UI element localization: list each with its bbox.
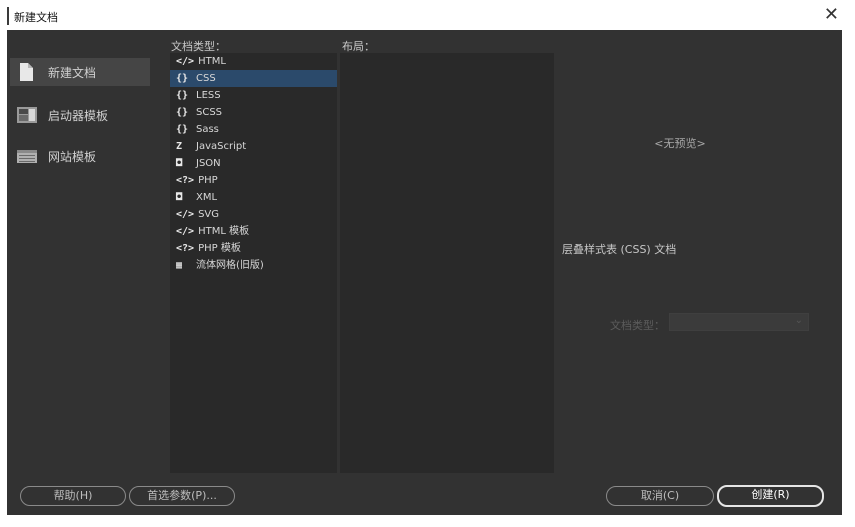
title-bar: 新建文档 ✕ — [0, 0, 855, 30]
code-icon: </> — [176, 56, 195, 67]
doc-type-label: XML — [196, 192, 218, 203]
doc-type-label: HTML 模板 — [198, 226, 250, 237]
doc-type-label: CSS — [196, 73, 216, 84]
doc-type-label: 流体网格(旧版) — [196, 260, 264, 271]
layout-header: 布局： — [342, 40, 375, 53]
doc-type-php-template[interactable]: <?> PHP 模板 — [170, 240, 337, 257]
category-label: 新建文档 — [48, 65, 97, 80]
php-icon: <?> — [176, 175, 195, 186]
doc-type-label: JSON — [196, 158, 221, 169]
doc-type-label: LESS — [196, 90, 221, 101]
doc-type-label: SCSS — [196, 107, 223, 118]
doc-type-javascript[interactable]: Z JavaScript — [170, 138, 337, 155]
doc-type-xml[interactable]: ◘ XML — [170, 189, 337, 206]
doc-type-label: JavaScript — [196, 141, 247, 152]
new-document-icon — [16, 62, 38, 82]
title-accent — [7, 7, 9, 25]
create-button[interactable]: 创建(R) — [717, 485, 824, 507]
category-starter-templates[interactable]: 启动器模板 — [10, 101, 150, 129]
chevron-down-icon: ⌄ — [794, 315, 803, 326]
braces-icon: {} — [176, 73, 189, 84]
starter-templates-icon — [16, 105, 38, 125]
php-icon: <?> — [176, 243, 195, 254]
doc-type-php[interactable]: <?> PHP — [170, 172, 337, 189]
window-edge-bottom — [0, 515, 855, 527]
doc-type-svg[interactable]: </> SVG — [170, 206, 337, 223]
braces-icon: {} — [176, 124, 189, 135]
fluid-grid-icon: ▦ — [176, 260, 183, 271]
window-edge — [842, 30, 855, 527]
doc-type-scss[interactable]: {} SCSS — [170, 104, 337, 121]
site-templates-icon — [16, 146, 38, 166]
doc-type-css[interactable]: {} CSS — [170, 70, 337, 87]
doctype-select[interactable]: ⌄ — [669, 313, 809, 331]
doc-type-label: Sass — [196, 124, 219, 135]
braces-icon: {} — [176, 107, 189, 118]
category-new-document[interactable]: 新建文档 — [10, 58, 150, 86]
doc-type-list[interactable]: </> HTML {} CSS {} LESS {} SCSS {} Sass Z Java… — [170, 53, 337, 473]
category-site-templates[interactable]: 网站模板 — [10, 142, 150, 170]
json-icon: ◘ — [176, 158, 183, 169]
braces-icon: {} — [176, 90, 189, 101]
preview-placeholder: <无预览> — [654, 137, 706, 150]
close-icon[interactable]: ✕ — [824, 4, 839, 25]
category-label: 启动器模板 — [48, 108, 109, 123]
doc-type-label: PHP 模板 — [198, 243, 241, 254]
doc-description: 层叠样式表 (CSS) 文档 — [562, 243, 677, 256]
doc-type-fluid-grid[interactable]: ▦ 流体网格(旧版) — [170, 257, 337, 274]
doc-type-json[interactable]: ◘ JSON — [170, 155, 337, 172]
doc-type-sass[interactable]: {} Sass — [170, 121, 337, 138]
code-icon: </> — [176, 226, 195, 237]
doc-type-html[interactable]: </> HTML — [170, 53, 337, 70]
code-icon: </> — [176, 209, 195, 220]
doc-type-label: SVG — [198, 209, 219, 220]
javascript-icon: Z — [176, 141, 183, 152]
help-button[interactable]: 帮助(H) — [20, 486, 126, 506]
doc-type-label: PHP — [198, 175, 218, 186]
cancel-button[interactable]: 取消(C) — [606, 486, 714, 506]
category-label: 网站模板 — [48, 149, 97, 164]
doc-type-label: HTML — [198, 56, 226, 67]
doc-type-less[interactable]: {} LESS — [170, 87, 337, 104]
doc-type-html-template[interactable]: </> HTML 模板 — [170, 223, 337, 240]
window-title: 新建文档 — [14, 11, 58, 24]
layout-list[interactable] — [340, 53, 554, 473]
xml-icon: ◘ — [176, 192, 183, 203]
doc-type-header: 文档类型： — [171, 40, 226, 53]
doctype-field-label: 文档类型： — [610, 319, 665, 332]
preferences-button[interactable]: 首选参数(P)... — [129, 486, 235, 506]
